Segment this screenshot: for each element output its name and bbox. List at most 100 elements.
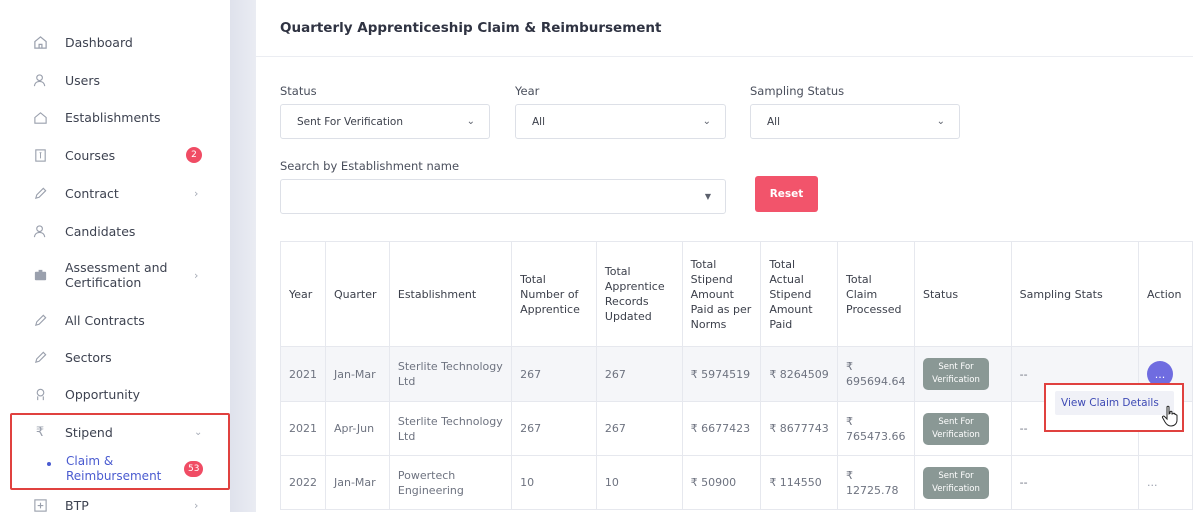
sidebar-item-label: Contract	[65, 185, 119, 201]
cell-total-apprentice: 267	[511, 346, 597, 402]
sidebar-item-users[interactable]: Users	[0, 62, 230, 98]
chevron-right-icon: ›	[194, 268, 199, 282]
column-header: Quarter	[325, 241, 390, 347]
sidebar-item-btp[interactable]: BTP ›	[0, 490, 230, 512]
status-filter-label: Status	[280, 84, 317, 98]
column-header: Establishment	[388, 241, 513, 347]
home-icon	[32, 34, 48, 50]
chevron-down-icon: ⌄	[702, 116, 711, 127]
cell-claim-processed: ₹ 12725.78	[837, 455, 915, 510]
sidebar-item-label: Opportunity	[65, 386, 141, 402]
cell-quarter: Jan-Mar	[325, 455, 390, 510]
sidebar-item-label: Dashboard	[65, 34, 133, 50]
page-title: Quarterly Apprenticeship Claim & Reimbur…	[280, 20, 662, 36]
sidebar-item-contract[interactable]: Contract ›	[0, 175, 230, 211]
sidebar-item-label: All Contracts	[65, 312, 145, 328]
cell-claim-processed: ₹ 765473.66	[837, 401, 915, 456]
book-icon	[32, 147, 48, 163]
column-header: Total Stipend Amount Paid as per Norms	[681, 241, 762, 347]
cell-status: Sent For Verification	[914, 346, 1012, 402]
cell-quarter: Apr-Jun	[325, 401, 390, 456]
status-select[interactable]: Sent For Verification ⌄	[280, 104, 490, 139]
opportunity-icon	[32, 386, 48, 402]
sidebar-item-opportunity[interactable]: Opportunity	[0, 376, 230, 412]
sidebar-item-courses[interactable]: Courses 2	[0, 137, 230, 173]
sidebar-item-dashboard[interactable]: Dashboard	[0, 24, 230, 60]
sidebar-shadow	[230, 0, 256, 512]
view-claim-details-option[interactable]: View Claim Details	[1055, 391, 1174, 415]
table-header-row: Year Quarter Establishment Total Number …	[280, 241, 1193, 347]
column-header: Sampling Stats	[1010, 241, 1140, 347]
sidebar: Dashboard Users Establishments Courses 2…	[0, 0, 230, 512]
certificate-icon	[32, 267, 48, 283]
pen-icon	[32, 312, 48, 328]
column-header: Total Number of Apprentice	[511, 241, 597, 347]
status-select-value: Sent For Verification	[297, 115, 403, 128]
caret-down-icon: ▼	[704, 192, 711, 201]
title-divider	[256, 56, 1193, 57]
cell-establishment: Sterlite Technology Ltd	[388, 346, 513, 402]
sidebar-item-all-contracts[interactable]: All Contracts	[0, 302, 230, 338]
year-select[interactable]: All ⌄	[515, 104, 726, 139]
sidebar-item-label: BTP	[65, 497, 89, 512]
chevron-down-icon: ⌄	[936, 116, 945, 127]
cell-records-updated: 267	[595, 401, 683, 456]
cell-status: Sent For Verification	[914, 401, 1012, 456]
sidebar-item-establishments[interactable]: Establishments	[0, 99, 230, 135]
building-icon	[32, 109, 48, 125]
courses-count-badge: 2	[186, 147, 202, 163]
cell-year: 2022	[280, 455, 326, 510]
sidebar-item-label: Sectors	[65, 349, 112, 365]
cell-establishment: Sterlite Technology Ltd	[388, 401, 513, 456]
column-header: Total Actual Stipend Amount Paid	[760, 241, 839, 347]
status-badge: Sent For Verification	[923, 358, 989, 390]
column-header: Total Apprentice Records Updated	[595, 241, 683, 347]
sampling-status-select[interactable]: All ⌄	[750, 104, 960, 139]
candidates-icon	[32, 223, 48, 239]
cell-stipend-norms: ₹ 50900	[681, 455, 762, 510]
cell-status: Sent For Verification	[914, 455, 1012, 510]
column-header: Status	[914, 241, 1012, 347]
users-icon	[32, 72, 48, 88]
cell-action: ...	[1138, 455, 1193, 510]
column-header: Action	[1138, 241, 1193, 347]
sidebar-item-sectors[interactable]: Sectors	[0, 339, 230, 375]
cell-total-apprentice: 10	[511, 455, 597, 510]
cell-stipend-norms: ₹ 5974519	[681, 346, 762, 402]
claims-table: Year Quarter Establishment Total Number …	[280, 241, 1193, 510]
sidebar-item-assessment[interactable]: Assessment and Certification ›	[0, 255, 230, 295]
plus-box-icon	[32, 497, 48, 512]
status-badge: Sent For Verification	[923, 466, 989, 499]
year-select-value: All	[532, 115, 546, 128]
sampling-filter-label: Sampling Status	[750, 84, 845, 98]
cell-actual-stipend: ₹ 8677743	[760, 401, 839, 456]
sampling-select-value: All	[767, 115, 781, 128]
reset-button[interactable]: Reset	[755, 176, 818, 212]
sidebar-item-candidates[interactable]: Candidates	[0, 213, 230, 249]
table-row: 2022 Jan-Mar Powertech Engineering 10 10…	[280, 455, 1193, 510]
cell-claim-processed: ₹ 695694.64	[837, 346, 915, 402]
chevron-right-icon: ›	[194, 498, 199, 512]
chevron-right-icon: ›	[194, 186, 199, 200]
cell-quarter: Jan-Mar	[325, 346, 390, 402]
year-filter-label: Year	[515, 84, 540, 98]
column-header: Total Claim Processed	[837, 241, 915, 347]
cell-year: 2021	[280, 401, 326, 456]
sidebar-item-label: Candidates	[65, 223, 136, 239]
column-header: Year	[280, 241, 326, 347]
cell-actual-stipend: ₹ 114550	[760, 455, 839, 510]
establishment-search-select[interactable]: ▼	[280, 179, 726, 214]
search-establishment-label: Search by Establishment name	[280, 159, 460, 173]
cell-establishment: Powertech Engineering	[388, 455, 513, 510]
cell-sampling: --	[1010, 455, 1140, 510]
status-badge: Sent For Verification	[923, 412, 989, 445]
cell-records-updated: 10	[595, 455, 683, 510]
cell-year: 2021	[280, 346, 326, 402]
hand-cursor-icon	[1161, 405, 1178, 427]
row-action-menu[interactable]: ...	[1147, 476, 1158, 489]
cell-total-apprentice: 267	[511, 401, 597, 456]
sidebar-item-label: Assessment and Certification	[65, 260, 168, 290]
pen-icon	[32, 185, 48, 201]
chevron-down-icon: ⌄	[466, 116, 475, 127]
cell-stipend-norms: ₹ 6677423	[681, 401, 762, 456]
